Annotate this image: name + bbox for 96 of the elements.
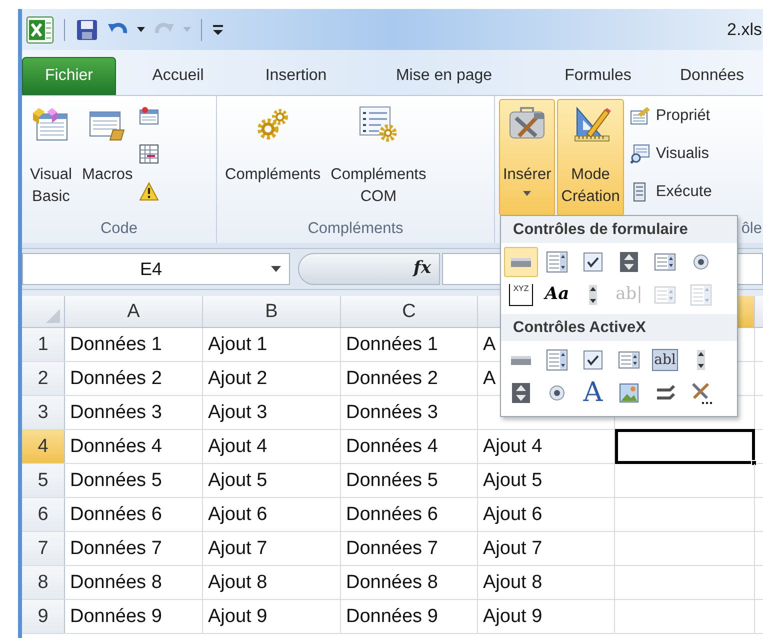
table-cell: Données 7 bbox=[65, 532, 203, 565]
ribbon-small-button[interactable]: Propriét bbox=[630, 100, 712, 132]
insert-function-button[interactable]: fx bbox=[414, 256, 431, 282]
warning-icon bbox=[138, 182, 159, 202]
table-cell: Données 4 bbox=[65, 430, 203, 463]
column-header[interactable]: B bbox=[203, 296, 341, 327]
table-cell: Ajout 8 bbox=[478, 566, 615, 599]
ribbon-button[interactable]: Insérer bbox=[499, 99, 556, 216]
caret-icon bbox=[137, 27, 145, 32]
table-icon bbox=[138, 106, 159, 126]
table-cell: Ajout 1 bbox=[203, 328, 341, 361]
table-cell: Données 5 bbox=[341, 464, 478, 497]
table-cell: Données 4 bbox=[341, 430, 478, 463]
grid-icon bbox=[138, 144, 159, 164]
combo-box-icon bbox=[545, 348, 569, 372]
table-cell: Ajout 2 bbox=[203, 362, 341, 395]
row-header[interactable]: 3 bbox=[22, 396, 65, 429]
table-cell: Données 7 bbox=[341, 532, 478, 565]
control-button[interactable]: Aa bbox=[540, 280, 574, 310]
table-cell: Ajout 6 bbox=[203, 498, 341, 531]
spreadsheet-logo-icon bbox=[26, 16, 54, 44]
spreadsheet-logo-button[interactable] bbox=[26, 16, 54, 44]
magnifier-icon bbox=[630, 144, 650, 164]
ribbon-tab[interactable]: Formules bbox=[536, 57, 660, 95]
ribbon-tab[interactable]: Accueil bbox=[116, 57, 240, 95]
row-header[interactable]: 8 bbox=[22, 566, 65, 599]
ribbon-button[interactable]: Compléments COM bbox=[326, 99, 430, 216]
fill-handle[interactable] bbox=[751, 460, 757, 466]
section-title: Contrôles de formulaire bbox=[501, 216, 737, 243]
section-title: Contrôles ActiveX bbox=[501, 314, 737, 341]
table-cell: Données 8 bbox=[65, 566, 203, 599]
row-header[interactable]: 7 bbox=[22, 532, 65, 565]
table-cell: Ajout 4 bbox=[478, 430, 615, 463]
customize-icon bbox=[212, 24, 224, 36]
table-cell: Ajout 7 bbox=[203, 532, 341, 565]
spin-button-icon bbox=[617, 250, 641, 274]
table-cell: Données 1 bbox=[341, 328, 478, 361]
caret-icon bbox=[183, 27, 191, 32]
row-header[interactable]: 1 bbox=[22, 328, 65, 361]
tools-icon bbox=[689, 381, 713, 405]
checklist-gear-icon bbox=[358, 104, 398, 144]
table-cell: Données 1 bbox=[65, 328, 203, 361]
column-header[interactable]: A bbox=[65, 296, 203, 327]
row-header[interactable]: 5 bbox=[22, 464, 65, 497]
table-cell: Données 2 bbox=[341, 362, 478, 395]
checkbox-icon bbox=[581, 250, 605, 274]
table-cell: Données 6 bbox=[341, 498, 478, 531]
name-box[interactable]: E4 bbox=[22, 253, 290, 285]
combo-box-icon bbox=[545, 250, 569, 274]
table-cell: Ajout 6 bbox=[478, 498, 615, 531]
table-cell: Ajout 3 bbox=[203, 396, 341, 429]
table-cell: Données 2 bbox=[65, 362, 203, 395]
table-cell: Données 8 bbox=[341, 566, 478, 599]
table-cell: Ajout 9 bbox=[203, 600, 341, 633]
table-cell: Ajout 5 bbox=[478, 464, 615, 497]
properties-icon bbox=[630, 106, 650, 126]
window-title: 2.xls bbox=[727, 18, 763, 41]
table-cell: Données 9 bbox=[341, 600, 478, 633]
row-header[interactable]: 9 bbox=[22, 600, 65, 633]
table-cell: Ajout 7 bbox=[478, 532, 615, 565]
customize-button[interactable] bbox=[212, 24, 224, 36]
ribbon-tab[interactable]: Données bbox=[660, 57, 744, 95]
ribbon-small-button[interactable]: Visualis bbox=[630, 138, 712, 170]
combo-box-icon bbox=[689, 283, 713, 307]
table-cell: Ajout 4 bbox=[203, 430, 341, 463]
checkbox-icon bbox=[581, 348, 605, 372]
ribbon-button[interactable]: Compléments bbox=[221, 99, 325, 216]
table-cell: Données 3 bbox=[65, 396, 203, 429]
ribbon-small-button[interactable]: Exécute bbox=[630, 176, 712, 208]
ribbon-tab[interactable]: Mise en page bbox=[352, 57, 536, 95]
image-icon bbox=[617, 381, 641, 405]
row-header[interactable]: 4 bbox=[22, 430, 65, 463]
group-label: Compléments bbox=[308, 219, 404, 239]
row-header[interactable]: 2 bbox=[22, 362, 65, 395]
table-cell: Données 6 bbox=[65, 498, 203, 531]
save-button[interactable] bbox=[75, 18, 99, 42]
ribbon-button[interactable]: Visual Basic bbox=[26, 99, 76, 216]
table-cell: Ajout 5 bbox=[203, 464, 341, 497]
save-icon bbox=[75, 18, 99, 42]
table-cell: Données 5 bbox=[65, 464, 203, 497]
table-cell: Ajout 9 bbox=[478, 600, 615, 633]
group-label: ôle bbox=[741, 219, 762, 239]
ribbon-tab[interactable]: Insertion bbox=[240, 57, 352, 95]
table-cell: Ajout 8 bbox=[203, 566, 341, 599]
caret-button[interactable] bbox=[137, 27, 145, 32]
file-tab[interactable]: Fichier bbox=[22, 57, 116, 95]
caret-icon bbox=[271, 266, 281, 272]
table-cell: Données 3 bbox=[341, 396, 478, 429]
ribbon-button[interactable]: Mode Création bbox=[557, 99, 624, 216]
table-cell: Données 9 bbox=[65, 600, 203, 633]
ribbon-button[interactable]: Macros bbox=[78, 99, 137, 216]
select-all-icon bbox=[46, 309, 60, 323]
spin-button-icon bbox=[509, 381, 533, 405]
column-header[interactable]: C bbox=[341, 296, 478, 327]
group-label: Code bbox=[100, 219, 138, 239]
row-header[interactable]: 6 bbox=[22, 498, 65, 531]
